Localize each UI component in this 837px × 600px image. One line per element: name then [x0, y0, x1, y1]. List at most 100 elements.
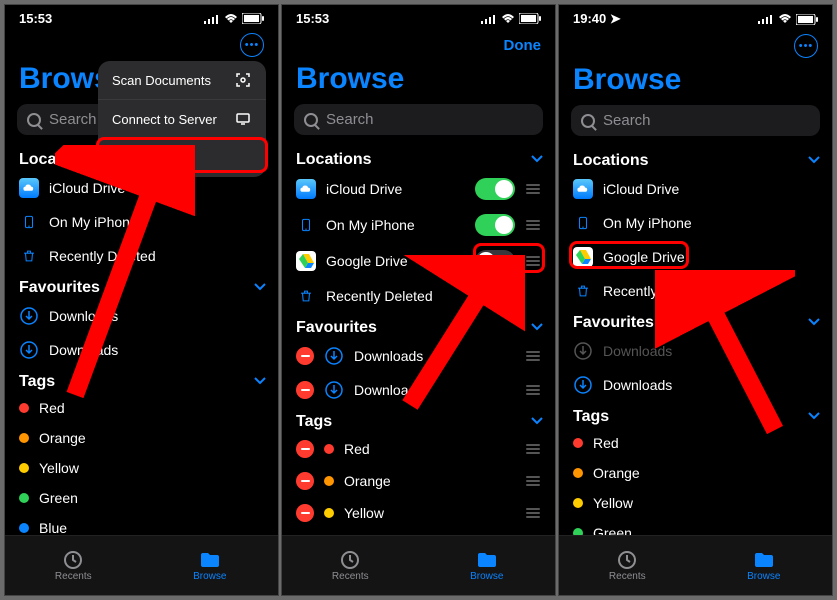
tag-dot-icon [19, 523, 29, 533]
reorder-handle[interactable] [525, 385, 541, 395]
reorder-handle[interactable] [525, 220, 541, 230]
tag-item[interactable]: Green [5, 483, 278, 513]
search-input[interactable] [326, 111, 533, 128]
phone-icon [296, 215, 316, 235]
tags-header[interactable]: Tags [559, 402, 832, 428]
search-bar[interactable] [571, 105, 820, 136]
favourite-item[interactable]: Downloads [559, 334, 832, 368]
tab-recents[interactable]: Recents [559, 536, 696, 595]
favourite-item[interactable]: Downloads [282, 339, 555, 373]
tag-dot-icon [324, 444, 334, 454]
location-trash[interactable]: Recently Deleted [559, 274, 832, 308]
location-phone[interactable]: On My iPhone [559, 206, 832, 240]
toggle-switch[interactable] [475, 250, 515, 272]
location-trash[interactable]: Recently Deleted [282, 279, 555, 313]
folder-icon [199, 549, 221, 569]
tag-item[interactable]: Blue [5, 513, 278, 535]
tab-browse[interactable]: Browse [696, 536, 833, 595]
done-button[interactable]: Done [504, 37, 542, 54]
tag-item[interactable]: Orange [5, 423, 278, 453]
download-icon [573, 375, 593, 395]
location-gdrive[interactable]: Google Drive [282, 243, 555, 279]
favourite-item[interactable]: Downloads [5, 299, 278, 333]
tag-item[interactable]: Green [282, 529, 555, 535]
trash-icon [296, 286, 316, 306]
remove-icon[interactable] [296, 504, 314, 522]
remove-icon[interactable] [296, 381, 314, 399]
content-scroll[interactable]: Locations iCloud Drive On My iPhone Goog… [559, 146, 832, 535]
favourite-item[interactable]: Downloads [282, 373, 555, 407]
location-phone[interactable]: On My iPhone [282, 207, 555, 243]
location-icloud[interactable]: iCloud Drive [559, 172, 832, 206]
remove-icon[interactable] [296, 347, 314, 365]
menu-edit[interactable]: Edit [98, 139, 266, 177]
status-bar: 19:40 ➤ [559, 5, 832, 29]
locations-header[interactable]: Locations [559, 146, 832, 172]
tag-item[interactable]: Red [282, 433, 555, 465]
tag-item[interactable]: Yellow [559, 488, 832, 518]
trash-icon [19, 246, 39, 266]
content-scroll[interactable]: Locations iCloud Drive On My iPhone Goog… [282, 145, 555, 535]
tags-header[interactable]: Tags [282, 407, 555, 433]
tab-recents[interactable]: Recents [282, 536, 419, 595]
tag-item[interactable]: Yellow [282, 497, 555, 529]
clock-icon [339, 549, 361, 569]
toggle-switch[interactable] [475, 214, 515, 236]
remove-icon[interactable] [296, 472, 314, 490]
tag-dot-icon [19, 403, 29, 413]
screenshot-panel-2: 15:53 Done Browse Locations iCloud Drive… [281, 4, 556, 596]
tags-header[interactable]: Tags [5, 367, 278, 393]
reorder-handle[interactable] [525, 476, 541, 486]
location-trash[interactable]: Recently Deleted [5, 239, 278, 273]
chevron-down-icon [254, 377, 264, 387]
reorder-handle[interactable] [525, 444, 541, 454]
tab-browse[interactable]: Browse [142, 536, 279, 595]
reorder-handle[interactable] [525, 508, 541, 518]
search-input[interactable] [603, 112, 810, 129]
favourite-item[interactable]: Downloads [559, 368, 832, 402]
reorder-handle[interactable] [525, 351, 541, 361]
remove-icon[interactable] [296, 440, 314, 458]
toggle-switch[interactable] [475, 178, 515, 200]
more-button[interactable]: ••• [240, 33, 264, 57]
menu-connect-server[interactable]: Connect to Server [98, 100, 266, 139]
phone-icon [573, 213, 593, 233]
download-icon [573, 341, 593, 361]
tag-item[interactable]: Green [559, 518, 832, 535]
tag-item[interactable]: Orange [559, 458, 832, 488]
favourites-header[interactable]: Favourites [282, 313, 555, 339]
content-scroll[interactable]: Locations iCloud Drive On My iPhone Rece… [5, 145, 278, 535]
tab-bar: Recents Browse [282, 535, 555, 595]
more-button[interactable]: ••• [794, 34, 818, 58]
chevron-down-icon [808, 156, 818, 166]
tag-item[interactable]: Orange [282, 465, 555, 497]
tag-item[interactable]: Yellow [5, 453, 278, 483]
location-phone[interactable]: On My iPhone [5, 205, 278, 239]
download-icon [324, 346, 344, 366]
menu-scan-documents[interactable]: Scan Documents [98, 61, 266, 100]
tag-dot-icon [19, 433, 29, 443]
status-time: 15:53 [19, 11, 52, 26]
location-gdrive[interactable]: Google Drive [559, 240, 832, 274]
chevron-down-icon [808, 412, 818, 422]
search-bar[interactable] [294, 104, 543, 135]
phone-icon [19, 212, 39, 232]
icloud-icon [296, 179, 316, 199]
google-drive-icon [296, 251, 316, 271]
tag-item[interactable]: Red [559, 428, 832, 458]
location-icloud[interactable]: iCloud Drive [282, 171, 555, 207]
tab-recents[interactable]: Recents [5, 536, 142, 595]
tag-item[interactable]: Red [5, 393, 278, 423]
icloud-icon [573, 179, 593, 199]
favourites-header[interactable]: Favourites [559, 308, 832, 334]
reorder-handle[interactable] [525, 184, 541, 194]
download-icon [19, 340, 39, 360]
locations-header[interactable]: Locations [282, 145, 555, 171]
display-icon [234, 110, 252, 128]
reorder-handle[interactable] [525, 256, 541, 266]
folder-icon [753, 549, 775, 569]
favourites-header[interactable]: Favourites [5, 273, 278, 299]
tag-dot-icon [573, 528, 583, 535]
tab-browse[interactable]: Browse [419, 536, 556, 595]
favourite-item[interactable]: Downloads [5, 333, 278, 367]
